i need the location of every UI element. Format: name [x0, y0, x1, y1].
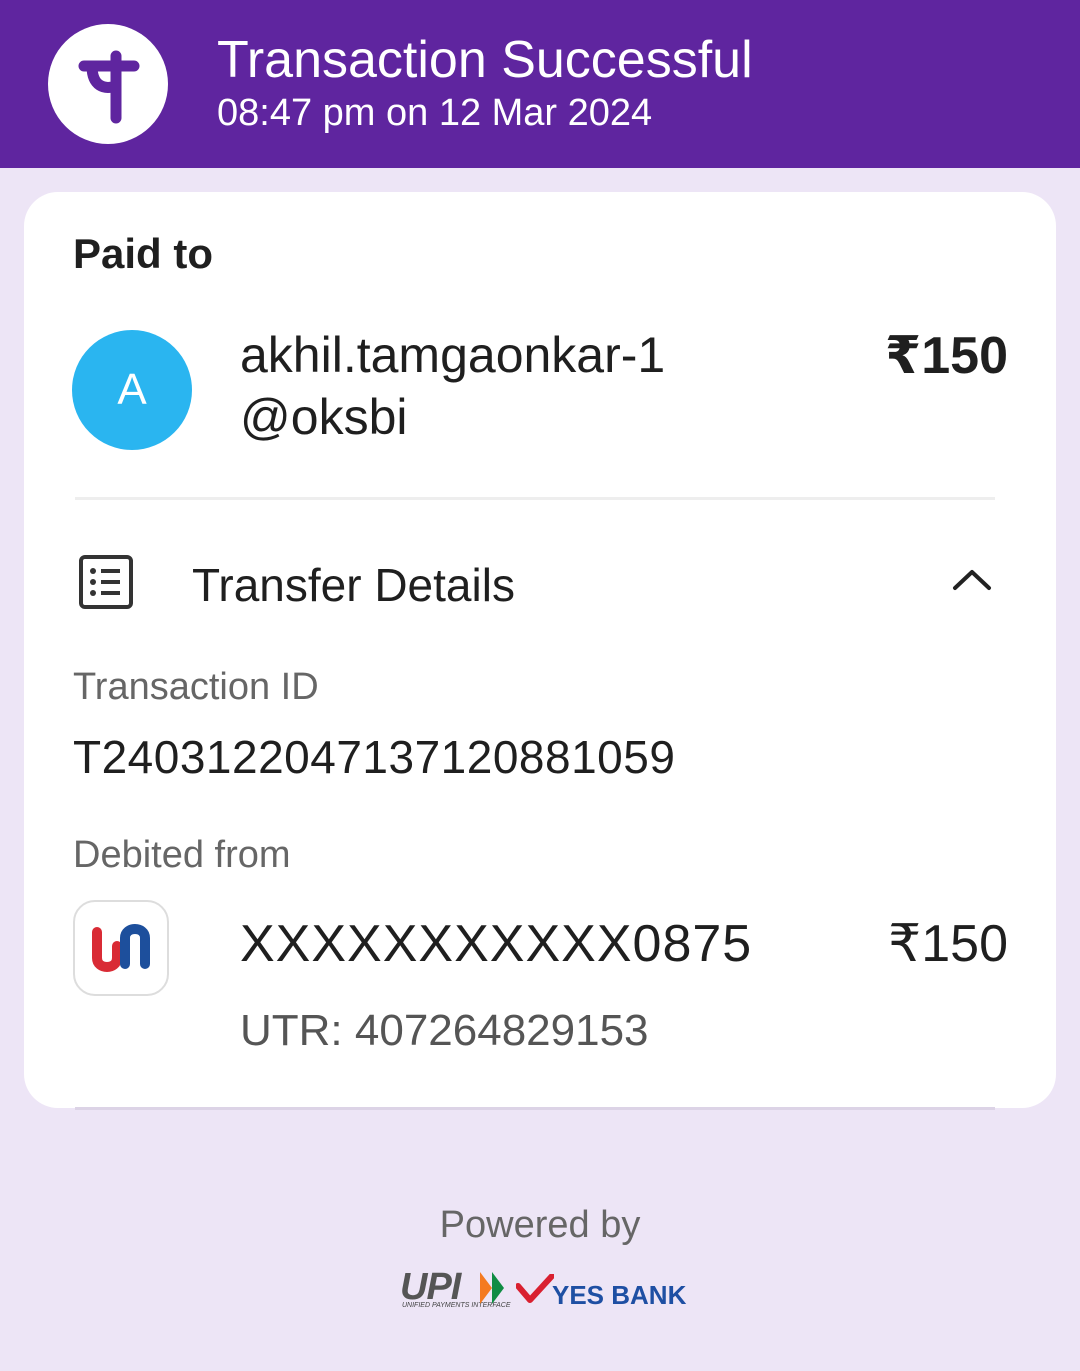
chevron-up-icon[interactable] [950, 564, 994, 599]
header-bar: Transaction Successful 08:47 pm on 12 Ma… [0, 0, 1080, 168]
transaction-card: Paid to A akhil.tamgaonkar-1@oksbi ₹150 … [24, 192, 1056, 1108]
paid-to-label: Paid to [73, 230, 214, 277]
utr-number: UTR: 407264829153 [240, 1006, 649, 1055]
debited-from-label: Debited from [73, 834, 291, 876]
payee-upi-id: akhil.tamgaonkar-1@oksbi [240, 327, 666, 445]
phonepe-logo-icon [48, 24, 168, 144]
debited-account-number: XXXXXXXXXXX0875 [240, 915, 753, 973]
upi-arrow-icon [480, 1272, 504, 1304]
receipt-list-icon [78, 554, 134, 615]
powered-by-label: Powered by [439, 1204, 641, 1246]
page-title: Transaction Successful [217, 31, 753, 89]
debited-amount: ₹150 [888, 915, 1008, 973]
card-bottom-divider [75, 1107, 995, 1110]
yes-bank-check-icon [516, 1274, 554, 1303]
yes-bank-logo-text: YES BANK [552, 1280, 687, 1310]
avatar: A [72, 330, 192, 450]
transaction-datetime: 08:47 pm on 12 Mar 2024 [217, 92, 653, 134]
transaction-id-label: Transaction ID [73, 666, 319, 708]
union-bank-logo-icon [73, 900, 169, 996]
transaction-id-value: T2403122047137120881059 [73, 731, 676, 783]
divider [75, 497, 995, 500]
paid-amount: ₹150 [885, 327, 1008, 385]
transfer-details-toggle[interactable]: Transfer Details [192, 558, 515, 612]
